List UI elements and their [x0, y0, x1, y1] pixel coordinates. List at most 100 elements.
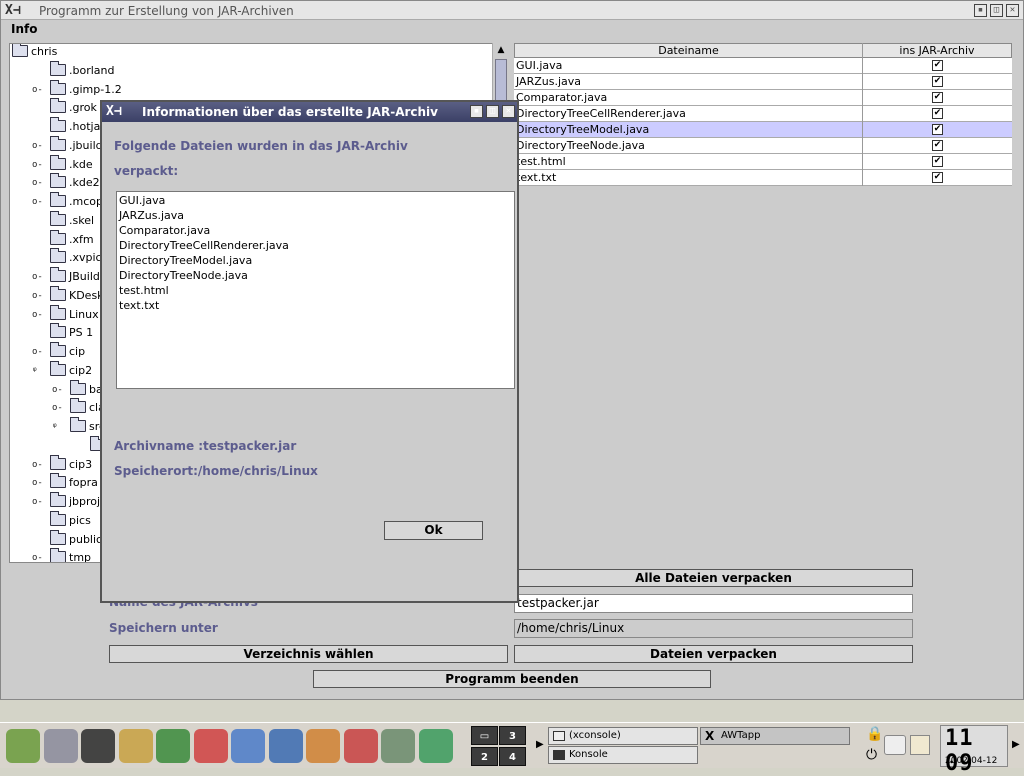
table-row[interactable]: text.txt ✔: [514, 170, 1012, 186]
kde-gear-icon[interactable]: [6, 729, 40, 763]
table-row[interactable]: DirectoryTreeModel.java ✔: [514, 122, 1012, 138]
include-checkbox[interactable]: ✔: [932, 76, 943, 87]
dialog-menu-icon[interactable]: X⊣: [106, 104, 122, 119]
collapsed-handle-icon[interactable]: o-: [32, 141, 43, 151]
collapsed-handle-icon[interactable]: o-: [52, 385, 63, 395]
include-checkbox[interactable]: ✔: [932, 108, 943, 119]
save-path-field: /home/chris/Linux: [514, 619, 913, 638]
table-row[interactable]: Comparator.java ✔: [514, 90, 1012, 106]
collapsed-handle-icon[interactable]: o-: [32, 85, 43, 95]
window-menu-icon[interactable]: X⊣: [5, 3, 21, 18]
folder-icon: [50, 304, 66, 320]
ok-button[interactable]: Ok: [384, 521, 483, 540]
list-item[interactable]: text.txt: [119, 299, 159, 312]
notes-icon[interactable]: [910, 735, 930, 755]
panel-clock[interactable]: 11 09 2002-04-12: [940, 725, 1008, 776]
minimize-button[interactable]: ▪: [974, 4, 987, 17]
klipper-icon[interactable]: [884, 735, 906, 755]
collapsed-handle-icon[interactable]: o-: [52, 403, 63, 413]
pager-desktop-4[interactable]: 4: [499, 747, 526, 766]
list-item[interactable]: DirectoryTreeModel.java: [119, 254, 252, 267]
table-row[interactable]: GUI.java ✔: [514, 58, 1012, 74]
include-checkbox[interactable]: ✔: [932, 156, 943, 167]
dialog-maximize-button[interactable]: ◫: [486, 105, 499, 118]
jar-name-input[interactable]: testpacker.jar: [514, 594, 913, 613]
calculator-icon[interactable]: [156, 729, 190, 763]
folder-icon: [50, 492, 66, 507]
expanded-handle-icon[interactable]: ᵠ: [32, 366, 37, 376]
collapsed-handle-icon[interactable]: o-: [32, 197, 43, 207]
chart-icon[interactable]: [418, 729, 453, 763]
spreadsheet-icon[interactable]: [381, 729, 415, 763]
list-item[interactable]: DirectoryTreeCellRenderer.java: [119, 239, 289, 252]
shell-icon[interactable]: [118, 729, 153, 763]
collapsed-handle-icon[interactable]: o-: [32, 291, 43, 301]
globe-icon[interactable]: [268, 729, 303, 763]
list-item[interactable]: JARZus.java: [119, 209, 184, 222]
menu-info[interactable]: Info: [11, 22, 37, 36]
panel-hide-icon[interactable]: ▶: [1012, 739, 1020, 750]
tree-node-label: PS 1: [69, 326, 94, 340]
folder-icon: [70, 379, 86, 395]
folder-icon: [50, 79, 66, 95]
collapsed-handle-icon[interactable]: o-: [32, 160, 43, 170]
collapsed-handle-icon[interactable]: o-: [32, 478, 43, 488]
list-item[interactable]: Comparator.java: [119, 224, 210, 237]
column-header-include[interactable]: ins JAR-Archiv: [862, 43, 1012, 58]
dialog-minimize-button[interactable]: ▪: [470, 105, 483, 118]
include-checkbox[interactable]: ✔: [932, 140, 943, 151]
list-item[interactable]: GUI.java: [119, 194, 165, 207]
pack-files-button[interactable]: Dateien verpacken: [514, 645, 913, 663]
main-titlebar[interactable]: X⊣ Programm zur Erstellung von JAR-Archi…: [1, 1, 1023, 20]
close-button[interactable]: ✕: [1006, 4, 1019, 17]
help-lifebuoy-icon[interactable]: [193, 729, 228, 763]
packed-files-list[interactable]: GUI.java JARZus.java Comparator.java Direct…: [116, 191, 515, 389]
collapsed-handle-icon[interactable]: o-: [32, 553, 43, 562]
pack-all-button[interactable]: Alle Dateien verpacken: [514, 569, 913, 587]
task-konsole[interactable]: Konsole: [548, 746, 698, 764]
pager-desktop-2[interactable]: 2: [471, 747, 498, 766]
logout-icon[interactable]: ⏻: [866, 747, 877, 763]
kpresenter-icon[interactable]: [306, 729, 340, 763]
home-icon[interactable]: [231, 729, 265, 763]
collapsed-handle-icon[interactable]: o-: [32, 272, 43, 282]
table-row[interactable]: JARZus.java ✔: [514, 74, 1012, 90]
printer-icon[interactable]: [43, 729, 78, 763]
table-row[interactable]: test.html ✔: [514, 154, 1012, 170]
collapsed-handle-icon[interactable]: o-: [32, 310, 43, 320]
dialog-close-button[interactable]: ✕: [502, 105, 515, 118]
task-xconsole[interactable]: (xconsole): [548, 727, 698, 745]
include-checkbox[interactable]: ✔: [932, 92, 943, 103]
table-row[interactable]: DirectoryTreeCellRenderer.java ✔: [514, 106, 1012, 122]
terminal-icon[interactable]: [81, 729, 115, 763]
pager-desktop-1[interactable]: 1▭: [471, 726, 498, 745]
folder-icon: [12, 44, 28, 57]
collapsed-handle-icon[interactable]: o-: [32, 178, 43, 188]
include-checkbox[interactable]: ✔: [932, 172, 943, 183]
collapsed-handle-icon[interactable]: o-: [32, 497, 43, 507]
tree-node[interactable]: .borland: [50, 60, 114, 82]
quit-button[interactable]: Programm beenden: [313, 670, 711, 688]
dialog-titlebar[interactable]: X⊣ Informationen über das erstellte JAR-…: [102, 102, 517, 122]
maximize-button[interactable]: ◫: [990, 4, 1003, 17]
include-checkbox[interactable]: ✔: [932, 60, 943, 71]
list-item[interactable]: test.html: [119, 284, 169, 297]
list-item[interactable]: DirectoryTreeNode.java: [119, 269, 248, 282]
file-name-cell: text.txt: [516, 171, 557, 184]
table-row[interactable]: DirectoryTreeNode.java ✔: [514, 138, 1012, 154]
collapsed-handle-icon[interactable]: o-: [32, 460, 43, 470]
column-header-filename[interactable]: Dateiname: [514, 43, 863, 58]
collapsed-handle-icon[interactable]: o-: [32, 347, 43, 357]
archive-name-text: Archivname :testpacker.jar: [114, 439, 297, 453]
include-checkbox[interactable]: ✔: [932, 124, 943, 135]
tree-node[interactable]: o-tmp: [32, 548, 91, 562]
task-awtapp[interactable]: X AWTapp: [700, 727, 850, 745]
choose-directory-button[interactable]: Verzeichnis wählen: [109, 645, 508, 663]
lock-icon[interactable]: 🔒: [866, 726, 883, 742]
scroll-up-icon[interactable]: ▲: [493, 43, 509, 57]
tree-node[interactable]: o- .gimp-1.2: [32, 79, 122, 101]
taskbar-arrow-icon[interactable]: ▶: [536, 739, 544, 750]
expanded-handle-icon[interactable]: ᵠ: [52, 422, 57, 432]
mail-icon[interactable]: [343, 729, 378, 763]
pager-desktop-3[interactable]: 3: [499, 726, 526, 745]
